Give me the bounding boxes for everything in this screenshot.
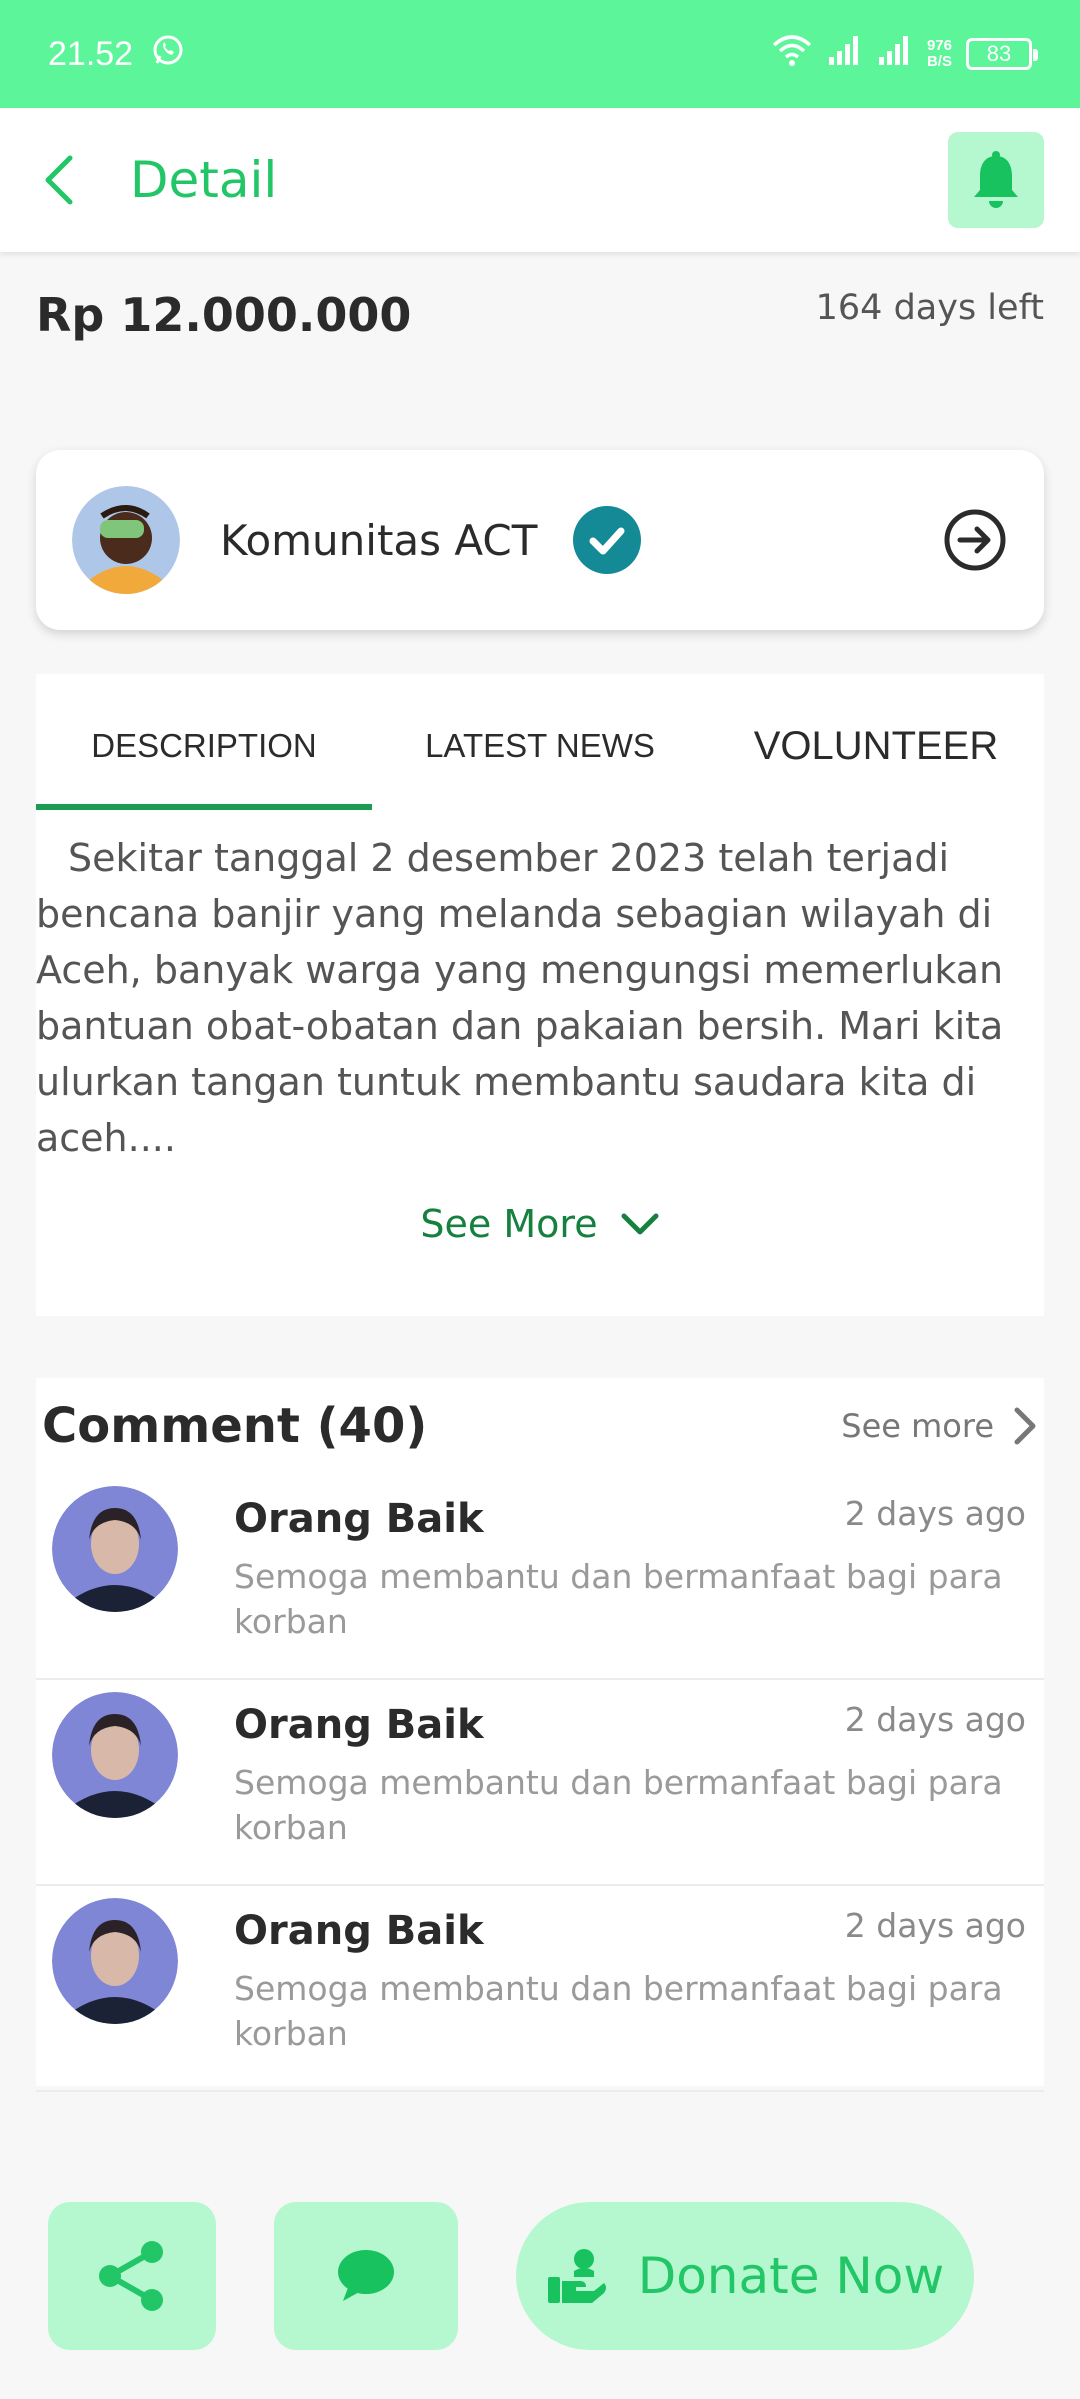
avatar	[52, 1692, 178, 1818]
network-speed: 976 B/S	[926, 37, 952, 70]
check-circle-icon	[573, 506, 642, 574]
days-left: 164 days left	[815, 288, 1044, 328]
comment-text: Semoga membantu dan bermanfaat bagi para…	[234, 1557, 1003, 1641]
comment-item: Orang Baik 2 days ago Semoga membantu da…	[36, 1680, 1044, 1886]
arrow-right-circle-icon[interactable]	[942, 507, 1008, 573]
signal-icon-2	[877, 33, 913, 76]
tab-bar: DESCRIPTION LATEST NEWS VOLUNTEER	[36, 674, 1044, 818]
donation-amount: Rp 12.000.000	[36, 288, 412, 342]
page-title: Detail	[130, 151, 278, 209]
comment-button[interactable]	[274, 2202, 458, 2350]
tab-volunteer[interactable]: VOLUNTEER	[708, 674, 1044, 818]
donate-hand-icon	[547, 2249, 606, 2303]
comment-text: Semoga membantu dan bermanfaat bagi para…	[234, 1969, 1003, 2053]
tabs-section: DESCRIPTION LATEST NEWS VOLUNTEER Sekita…	[36, 674, 1044, 1316]
avatar	[52, 1898, 178, 2024]
donate-now-label: Donate Now	[637, 2247, 945, 2305]
comment-author: Orang Baik	[234, 1702, 484, 1748]
chevron-right-icon	[1014, 1407, 1036, 1445]
status-bar: 21.52 976 B/S 83	[0, 0, 1080, 108]
app-header: Detail	[0, 108, 1080, 252]
comments-title: Comment (40)	[42, 1398, 428, 1454]
share-button[interactable]	[48, 2202, 216, 2350]
organizer-name: Komunitas ACT	[220, 515, 538, 565]
comments-section: Comment (40) See more Orang Baik 2 days …	[36, 1378, 1044, 2092]
bell-icon	[974, 151, 1018, 208]
comments-see-more-link[interactable]: See more	[841, 1406, 1038, 1446]
description-text: Sekitar tanggal 2 desember 2023 telah te…	[36, 836, 1004, 1160]
share-icon	[99, 2241, 163, 2311]
notification-button[interactable]	[948, 132, 1044, 228]
organizer-card[interactable]: Komunitas ACT	[36, 450, 1044, 630]
active-tab-indicator	[36, 804, 372, 810]
bottom-action-bar: Donate Now	[0, 2150, 1080, 2399]
see-more-label: See More	[420, 1202, 598, 1246]
chat-bubble-icon	[338, 2250, 394, 2301]
see-more-button[interactable]: See More	[36, 1202, 1044, 1246]
comment-text: Semoga membantu dan bermanfaat bagi para…	[234, 1763, 1003, 1847]
comment-item: Orang Baik 2 days ago Semoga membantu da…	[36, 1886, 1044, 2092]
donate-now-button[interactable]: Donate Now	[516, 2202, 974, 2350]
chevron-left-icon	[45, 155, 73, 205]
tab-latest-news[interactable]: LATEST NEWS	[372, 674, 708, 818]
avatar	[52, 1486, 178, 1612]
comment-author: Orang Baik	[234, 1908, 484, 1954]
wifi-icon	[771, 33, 813, 76]
battery-level: 83	[986, 41, 1012, 66]
comment-time: 2 days ago	[844, 1906, 1026, 1945]
back-button[interactable]	[28, 150, 88, 210]
comments-see-more-label: See more	[841, 1407, 994, 1445]
whatsapp-icon	[151, 33, 185, 76]
organizer-avatar	[72, 486, 180, 594]
chevron-down-icon	[621, 1213, 659, 1235]
comment-time: 2 days ago	[844, 1494, 1026, 1533]
tab-description[interactable]: DESCRIPTION	[36, 674, 372, 818]
battery-icon: 83	[966, 38, 1038, 70]
signal-icon	[827, 33, 863, 76]
comment-author: Orang Baik	[234, 1496, 484, 1542]
status-time: 21.52	[48, 34, 134, 73]
comments-header: Comment (40) See more	[36, 1378, 1044, 1474]
comment-item: Orang Baik 2 days ago Semoga membantu da…	[36, 1474, 1044, 1680]
comment-time: 2 days ago	[844, 1700, 1026, 1739]
